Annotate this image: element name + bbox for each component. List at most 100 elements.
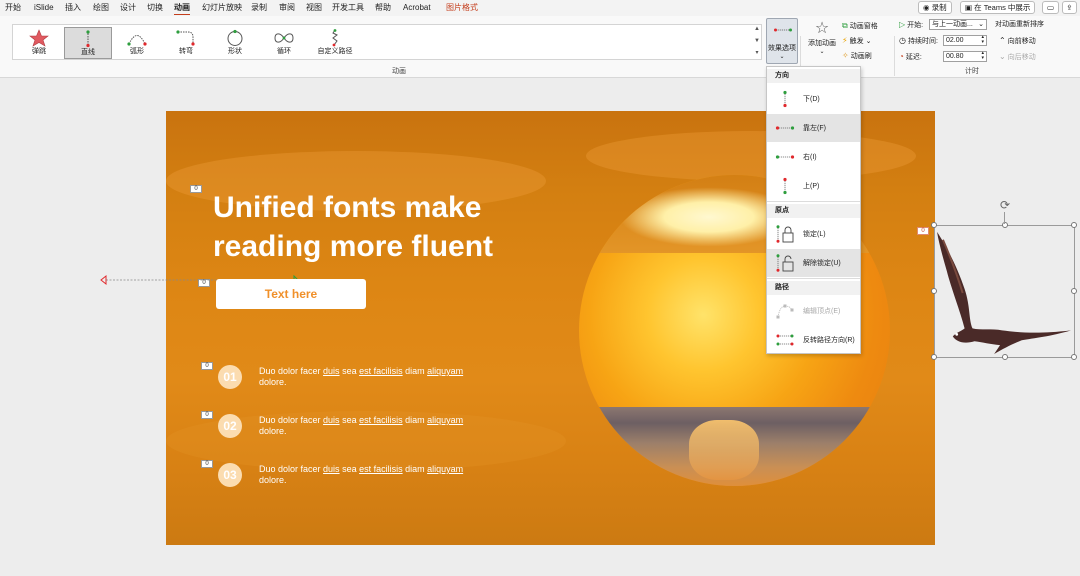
- teams-icon: ▣: [965, 3, 975, 12]
- list-item[interactable]: Duo dolor facer duis sea est facilisis d…: [259, 415, 489, 437]
- origin-locked-option[interactable]: 锁定(L): [767, 220, 860, 248]
- tab-developer[interactable]: 开发工具: [332, 2, 364, 13]
- effect-options-label: 效果选项: [768, 45, 796, 52]
- move-later-button[interactable]: ⌄ 向后移动: [999, 52, 1036, 63]
- animation-loop[interactable]: 循环: [260, 27, 308, 59]
- resize-handle[interactable]: [1071, 288, 1077, 294]
- tab-islide[interactable]: iSlide: [34, 2, 54, 13]
- trigger-button[interactable]: ⚡ 触发 ⌄: [842, 36, 871, 47]
- tab-acrobat[interactable]: Acrobat: [403, 2, 431, 13]
- rotate-handle-icon[interactable]: ⟳: [998, 198, 1012, 212]
- record-label: 录制: [931, 3, 947, 12]
- gallery-scroll-up[interactable]: ▲: [753, 24, 761, 34]
- reverse-path-icon: [776, 334, 794, 346]
- tab-help[interactable]: 帮助: [375, 2, 391, 13]
- duration-input[interactable]: 02.00 ▴ ▾: [943, 35, 987, 46]
- tab-animations[interactable]: 动画: [174, 2, 190, 15]
- list-item[interactable]: Duo dolor facer duis sea est facilisis d…: [259, 464, 489, 486]
- resize-handle[interactable]: [1071, 354, 1077, 360]
- tab-picture-format[interactable]: 图片格式: [446, 2, 478, 13]
- tab-insert[interactable]: 插入: [65, 2, 81, 13]
- delay-input[interactable]: 00.80 ▴ ▾: [943, 51, 987, 62]
- direction-right-option[interactable]: 右(I): [767, 143, 860, 171]
- chevron-up-icon: ⌃: [999, 36, 1006, 45]
- move-earlier-button[interactable]: ⌃ 向前移动: [999, 36, 1036, 47]
- direction-right-label: 右(I): [803, 154, 817, 161]
- tab-record[interactable]: 录制: [251, 2, 267, 13]
- text-run: est facilisis: [359, 366, 403, 376]
- reverse-path-option[interactable]: 反转路径方向(R): [767, 326, 860, 354]
- tab-home[interactable]: 开始: [5, 2, 21, 13]
- gallery-scroll-down[interactable]: ▼: [753, 36, 761, 46]
- item-number-01: 01: [218, 365, 242, 389]
- animation-custom-path[interactable]: 自定义路径: [309, 27, 361, 59]
- animation-turn[interactable]: 转弯: [162, 27, 210, 59]
- resize-handle[interactable]: [931, 288, 937, 294]
- edit-points-icon: [776, 304, 794, 319]
- bird-animation-tag[interactable]: 0: [917, 227, 929, 235]
- bird-picture[interactable]: [931, 222, 1077, 360]
- text-run: Duo dolor facer: [259, 464, 324, 474]
- direction-up-option[interactable]: 上(P): [767, 172, 860, 200]
- tab-slideshow[interactable]: 幻灯片放映: [202, 2, 242, 13]
- path-header: 路径: [767, 281, 860, 295]
- origin-locked-label: 锁定(L): [803, 231, 826, 238]
- tab-view[interactable]: 视图: [306, 2, 322, 13]
- gallery-more[interactable]: ▾: [753, 48, 761, 58]
- animation-order-tag[interactable]: 0: [201, 411, 213, 419]
- direction-left-option[interactable]: 靠左(F): [767, 114, 860, 142]
- chevron-down-icon: ⌄: [978, 21, 984, 28]
- origin-header: 原点: [767, 204, 860, 218]
- dropdown-separator: [767, 278, 860, 279]
- resize-handle[interactable]: [931, 354, 937, 360]
- text-run: duis: [323, 464, 340, 474]
- tab-review[interactable]: 审阅: [279, 2, 295, 13]
- text-run: diam: [402, 464, 428, 474]
- animation-painter-button[interactable]: ✧ 动画刷: [842, 51, 872, 62]
- animation-shape[interactable]: 形状: [211, 27, 259, 59]
- effect-options-button[interactable]: 效果选项 ⌄: [766, 18, 798, 64]
- list-item[interactable]: Duo dolor facer duis sea est facilisis d…: [259, 366, 489, 388]
- text-here-button[interactable]: Text here: [216, 279, 366, 309]
- tab-transitions[interactable]: 切换: [147, 2, 163, 13]
- animation-order-tag[interactable]: 0: [190, 185, 202, 193]
- animation-line[interactable]: 直线: [64, 27, 112, 59]
- slide-title[interactable]: Unified fonts make reading more fluent: [213, 188, 543, 266]
- present-in-teams-button[interactable]: ▣ 在 Teams 中展示: [960, 1, 1036, 14]
- resize-handle[interactable]: [1071, 222, 1077, 228]
- delay-row: ◔ 延迟:: [899, 52, 922, 63]
- start-value: 与上一动画...: [932, 21, 973, 28]
- start-label: 开始:: [907, 22, 924, 29]
- text-run: est facilisis: [359, 464, 403, 474]
- resize-handle[interactable]: [931, 222, 937, 228]
- animation-arc[interactable]: 弧形: [113, 27, 161, 59]
- add-animation-button[interactable]: ☆ 添加动画 ⌄: [806, 20, 838, 64]
- text-run: est facilisis: [359, 415, 403, 425]
- animation-order-tag[interactable]: 0: [201, 460, 213, 468]
- share-button[interactable]: ⇪: [1062, 1, 1077, 14]
- resize-handle[interactable]: [1002, 354, 1008, 360]
- resize-handle[interactable]: [1002, 222, 1008, 228]
- text-run: aliquyam: [427, 366, 464, 376]
- spinner-icon[interactable]: ▴ ▾: [981, 51, 984, 61]
- animation-order-tag[interactable]: 0: [201, 362, 213, 370]
- start-row: ▷ 开始:: [899, 20, 923, 31]
- comments-button[interactable]: ▭: [1042, 1, 1059, 14]
- origin-unlocked-option[interactable]: 解除锁定(U): [767, 249, 860, 277]
- circle-path-icon: [227, 29, 243, 46]
- text-run: aliquyam: [427, 415, 464, 425]
- arc-path-icon: [127, 35, 147, 46]
- record-button[interactable]: ◉ 录制: [918, 1, 952, 14]
- start-select[interactable]: 与上一动画... ⌄: [929, 19, 987, 30]
- animation-pane-icon: ⧉: [842, 21, 848, 30]
- animation-pane-button[interactable]: ⧉ 动画窗格: [842, 21, 878, 32]
- delay-clock-icon: ◔: [899, 52, 904, 61]
- animation-bounce[interactable]: 弹跳: [15, 27, 63, 59]
- spinner-icon[interactable]: ▴ ▾: [981, 35, 984, 45]
- record-icon: ◉: [923, 3, 932, 12]
- edit-points-option[interactable]: 编辑顶点(E): [767, 297, 860, 325]
- direction-down-option[interactable]: 下(D): [767, 85, 860, 113]
- tab-design[interactable]: 设计: [120, 2, 136, 13]
- animation-bounce-label: 弹跳: [32, 48, 46, 55]
- tab-draw[interactable]: 绘图: [93, 2, 109, 13]
